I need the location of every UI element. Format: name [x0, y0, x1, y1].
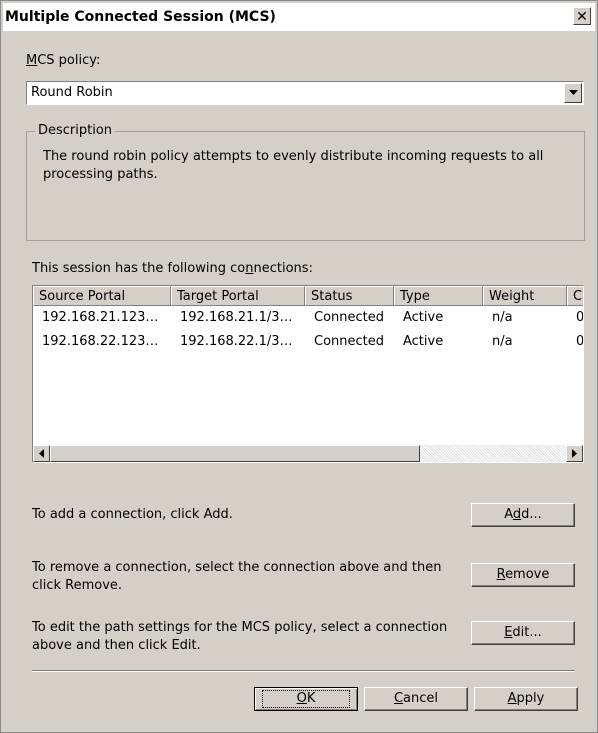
- mcs-dialog: Multiple Connected Session (MCS) ✕ MCS p…: [0, 0, 598, 733]
- cell-type: Active: [403, 310, 444, 325]
- ok-focus-rect: OK: [261, 690, 351, 708]
- cell-status: Connected: [314, 310, 385, 325]
- description-title: Description: [35, 123, 116, 138]
- description-group: Description The round robin policy attem…: [26, 123, 585, 241]
- dropdown-arrow-button[interactable]: [564, 83, 582, 103]
- table-row[interactable]: 192.168.22.123… 192.168.22.1/3… Connecte…: [33, 332, 584, 352]
- cell-status: Connected: [314, 334, 385, 349]
- edit-instructions: To edit the path settings for the MCS po…: [32, 620, 448, 653]
- column-weight[interactable]: Weight: [483, 286, 567, 306]
- scroll-thumb[interactable]: [50, 445, 420, 462]
- description-text: The round robin policy attempts to evenl…: [43, 149, 544, 182]
- cell-c: 0: [576, 334, 584, 349]
- cell-target-portal: 192.168.21.1/3…: [180, 310, 293, 325]
- remove-instructions: To remove a connection, select the conne…: [32, 560, 442, 593]
- window-title: Multiple Connected Session (MCS): [5, 9, 276, 25]
- horizontal-scrollbar[interactable]: [33, 445, 583, 462]
- close-button[interactable]: ✕: [573, 7, 591, 25]
- add-button[interactable]: Add...: [471, 503, 575, 527]
- scroll-left-button[interactable]: [33, 445, 50, 462]
- add-instructions: To add a connection, click Add.: [32, 507, 233, 522]
- cell-weight: n/a: [492, 310, 513, 325]
- cancel-button[interactable]: Cancel: [364, 687, 468, 711]
- column-source-portal[interactable]: Source Portal: [33, 286, 171, 306]
- cell-source-portal: 192.168.22.123…: [42, 334, 159, 349]
- chevron-right-icon: [571, 449, 577, 458]
- mcs-policy-value: Round Robin: [31, 85, 113, 100]
- close-icon: ✕: [576, 9, 588, 25]
- connections-list[interactable]: Source Portal Target Portal Status Type …: [32, 285, 584, 463]
- remove-button[interactable]: Remove: [471, 563, 575, 587]
- apply-button[interactable]: Apply: [474, 687, 578, 711]
- connections-label: This session has the following connectio…: [32, 261, 313, 276]
- edit-button[interactable]: Edit...: [471, 621, 575, 645]
- mcs-policy-label: MCS policy:: [26, 53, 101, 68]
- column-type[interactable]: Type: [394, 286, 483, 306]
- chevron-down-icon: [568, 90, 578, 95]
- table-row[interactable]: 192.168.21.123… 192.168.21.1/3… Connecte…: [33, 308, 584, 328]
- cell-source-portal: 192.168.21.123…: [42, 310, 159, 325]
- cell-target-portal: 192.168.22.1/3…: [180, 334, 293, 349]
- cell-c: 0: [576, 310, 584, 325]
- footer-separator: [32, 670, 575, 672]
- list-header: Source Portal Target Portal Status Type …: [33, 286, 583, 306]
- cell-weight: n/a: [492, 334, 513, 349]
- chevron-left-icon: [38, 449, 44, 458]
- column-status[interactable]: Status: [305, 286, 394, 306]
- title-bar[interactable]: Multiple Connected Session (MCS) ✕: [3, 3, 595, 31]
- scroll-right-button[interactable]: [566, 445, 583, 462]
- column-target-portal[interactable]: Target Portal: [171, 286, 305, 306]
- mcs-policy-dropdown[interactable]: Round Robin: [26, 81, 584, 105]
- cell-type: Active: [403, 334, 444, 349]
- column-c[interactable]: C: [567, 286, 583, 306]
- ok-button[interactable]: OK: [254, 687, 358, 711]
